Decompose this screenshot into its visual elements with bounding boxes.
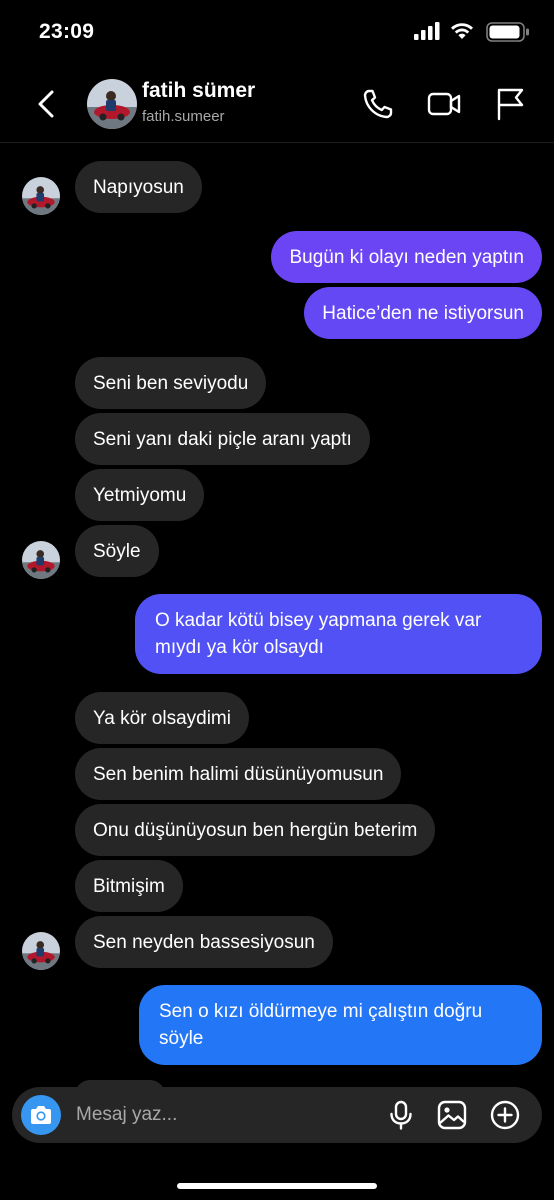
message-bubble-sent[interactable]: Hatice’den ne istiyorsun bbox=[304, 287, 542, 339]
message-bubble-sent[interactable]: Bugün ki olayı neden yaptın bbox=[271, 231, 542, 283]
message-bubble-received[interactable]: Bitmişim bbox=[75, 860, 183, 912]
message-bubble-received[interactable]: Yetmiyomu bbox=[75, 469, 205, 521]
status-bar: 23:09 bbox=[0, 0, 554, 66]
message-bubble-received[interactable]: Seni ben seviyodu bbox=[75, 357, 267, 409]
back-chevron-icon[interactable] bbox=[30, 86, 66, 122]
wifi-icon bbox=[451, 23, 473, 39]
sender-avatar[interactable] bbox=[22, 177, 60, 215]
contact-username: fatih.sumeer bbox=[142, 108, 225, 125]
chat-header: fatih sümer fatih.sumeer bbox=[0, 66, 554, 143]
message-bubble-received[interactable]: Onu düşünüyosun ben hergün beterim bbox=[75, 804, 436, 856]
message-input[interactable] bbox=[76, 1100, 316, 1130]
message-bubble-received[interactable]: Sen benim halimi düsünüyomusun bbox=[75, 748, 402, 800]
header-avatar[interactable] bbox=[87, 79, 137, 129]
message-bubble-received[interactable]: Ya kör olsaydimi bbox=[75, 692, 249, 744]
battery-icon bbox=[486, 22, 529, 42]
contact-name[interactable]: fatih sümer bbox=[142, 79, 255, 103]
camera-button[interactable] bbox=[21, 1095, 61, 1135]
phone-icon[interactable] bbox=[360, 86, 396, 122]
sender-avatar[interactable] bbox=[22, 932, 60, 970]
status-time: 23:09 bbox=[39, 20, 95, 43]
message-composer bbox=[12, 1087, 542, 1143]
message-bubble-received[interactable]: Seni yanı daki piçle aranı yaptı bbox=[75, 413, 370, 465]
home-indicator[interactable] bbox=[177, 1183, 377, 1189]
message-bubble-received[interactable]: Napıyosun bbox=[75, 161, 202, 213]
signal-icon bbox=[414, 22, 440, 40]
flag-icon[interactable] bbox=[492, 86, 528, 122]
message-bubble-sent[interactable]: Sen o kızı öldürmeye mi çalıştın doğru s… bbox=[139, 985, 542, 1065]
message-bubble-received[interactable]: Söyle bbox=[75, 525, 159, 577]
image-icon[interactable] bbox=[436, 1099, 468, 1131]
sender-avatar[interactable] bbox=[22, 541, 60, 579]
microphone-icon[interactable] bbox=[385, 1099, 417, 1131]
message-bubble-sent[interactable]: O kadar kötü bisey yapmana gerek var mıy… bbox=[135, 594, 542, 674]
video-camera-icon[interactable] bbox=[426, 86, 462, 122]
message-bubble-received[interactable]: Sen neyden bassesiyosun bbox=[75, 916, 333, 968]
plus-circle-icon[interactable] bbox=[489, 1099, 521, 1131]
camera-icon bbox=[31, 1106, 51, 1124]
